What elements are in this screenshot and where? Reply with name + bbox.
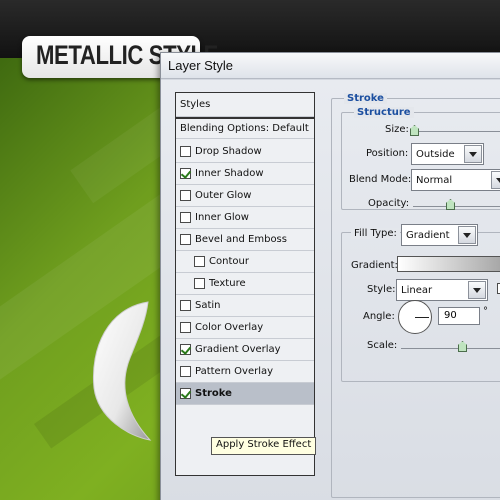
- style-item-drop-shadow[interactable]: Drop Shadow: [176, 141, 314, 163]
- checkbox[interactable]: [180, 190, 191, 201]
- chevron-down-icon: [464, 145, 482, 163]
- checkbox[interactable]: [194, 256, 205, 267]
- style-item-texture[interactable]: Texture: [176, 273, 314, 295]
- checkbox[interactable]: [180, 168, 191, 179]
- opacity-label: Opacity:: [368, 198, 410, 209]
- styles-header[interactable]: Styles: [176, 93, 314, 117]
- checkbox[interactable]: [180, 212, 191, 223]
- style-item-color-overlay[interactable]: Color Overlay: [176, 317, 314, 339]
- scale-slider-track[interactable]: [401, 348, 500, 349]
- style-item-inner-shadow[interactable]: Inner Shadow: [176, 163, 314, 185]
- checkbox[interactable]: [194, 278, 205, 289]
- checkbox[interactable]: [180, 322, 191, 333]
- angle-dial[interactable]: [398, 300, 432, 334]
- style-item-contour[interactable]: Contour: [176, 251, 314, 273]
- blending-options-item[interactable]: Blending Options: Default: [176, 117, 314, 139]
- tooltip: Apply Stroke Effect: [211, 437, 317, 455]
- position-select[interactable]: Outside: [411, 143, 484, 165]
- angle-unit: °: [483, 306, 488, 317]
- layer-style-dialog: Layer Style Styles Blending Options: Def…: [160, 52, 500, 500]
- size-slider-track[interactable]: [410, 131, 500, 132]
- blend-mode-select[interactable]: Normal: [411, 169, 500, 191]
- checkbox[interactable]: [180, 234, 191, 245]
- style-item-stroke[interactable]: Stroke: [176, 383, 314, 405]
- position-label: Position:: [366, 148, 409, 159]
- style-item-gradient-overlay[interactable]: Gradient Overlay: [176, 339, 314, 361]
- chevron-down-icon: [458, 226, 476, 244]
- opacity-slider-track[interactable]: [413, 206, 500, 207]
- fill-type-select[interactable]: Gradient: [401, 224, 478, 246]
- checkbox[interactable]: [180, 146, 191, 157]
- style-item-outer-glow[interactable]: Outer Glow: [176, 185, 314, 207]
- chevron-down-icon: [491, 171, 500, 189]
- size-label: Size:: [385, 124, 409, 135]
- style-label: Style:: [367, 284, 396, 295]
- blend-mode-label: Blend Mode:: [349, 174, 412, 185]
- style-item-bevel-emboss[interactable]: Bevel and Emboss: [176, 229, 314, 251]
- gradient-label: Gradient:: [351, 260, 398, 271]
- style-item-pattern-overlay[interactable]: Pattern Overlay: [176, 361, 314, 383]
- dialog-title: Layer Style: [168, 58, 234, 73]
- style-item-inner-glow[interactable]: Inner Glow: [176, 207, 314, 229]
- angle-label: Angle:: [363, 311, 395, 322]
- stroke-title: Stroke: [344, 93, 387, 104]
- dialog-titlebar[interactable]: Layer Style: [161, 53, 500, 79]
- structure-title: Structure: [354, 107, 414, 118]
- scale-label: Scale:: [367, 340, 398, 351]
- checkbox[interactable]: [180, 388, 191, 399]
- gradient-picker[interactable]: [397, 256, 500, 272]
- style-item-satin[interactable]: Satin: [176, 295, 314, 317]
- fill-type-label: Fill Type:: [351, 228, 400, 239]
- checkbox[interactable]: [180, 344, 191, 355]
- styles-list: Styles Blending Options: Default Drop Sh…: [175, 92, 315, 476]
- angle-input[interactable]: 90: [438, 307, 480, 325]
- style-select[interactable]: Linear: [396, 279, 488, 301]
- chevron-down-icon: [468, 281, 486, 299]
- dialog-body: Styles Blending Options: Default Drop Sh…: [161, 80, 500, 500]
- checkbox[interactable]: [180, 366, 191, 377]
- checkbox[interactable]: [180, 300, 191, 311]
